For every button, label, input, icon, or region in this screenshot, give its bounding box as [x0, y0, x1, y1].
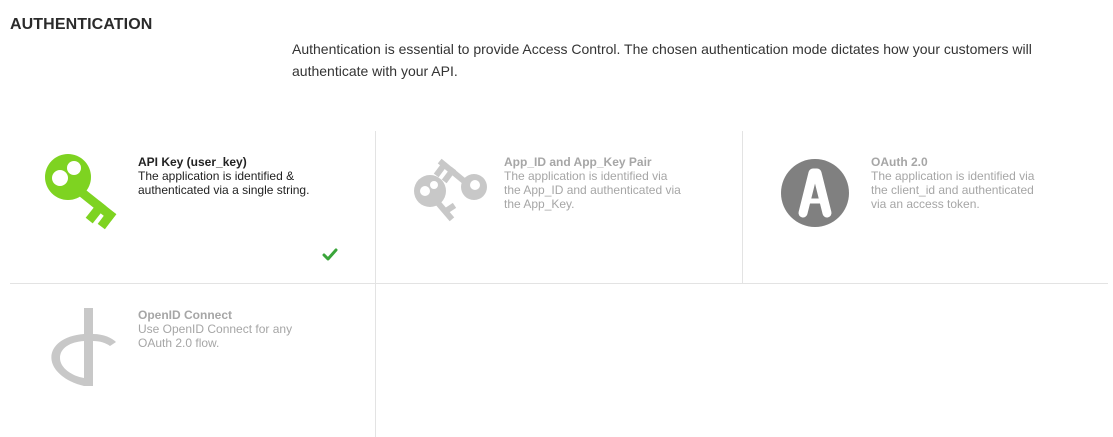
auth-option-api-key[interactable]: API Key (user_key) The application is id…: [10, 131, 376, 283]
option-description: Use OpenID Connect for any OAuth 2.0 flo…: [138, 322, 293, 350]
option-name: OAuth 2.0: [871, 155, 928, 169]
key-pair-icon: [404, 151, 492, 235]
option-description: The application is identified via the cl…: [871, 169, 1035, 211]
option-name: App_ID and App_Key Pair: [504, 155, 652, 169]
auth-option-oauth[interactable]: OAuth 2.0 The application is identified …: [743, 131, 1109, 283]
section-description: Authentication is essential to provide A…: [292, 41, 1032, 79]
section-title: AUTHENTICATION: [10, 16, 153, 33]
option-description: The application is identified & authenti…: [138, 169, 310, 197]
option-name: API Key (user_key): [138, 155, 247, 169]
auth-option-openid[interactable]: OpenID Connect Use OpenID Connect for an…: [10, 284, 376, 436]
checkmark-icon: [322, 247, 338, 263]
key-icon: [38, 151, 126, 235]
auth-options-grid: API Key (user_key) The application is id…: [10, 131, 1108, 437]
option-name: OpenID Connect: [138, 308, 233, 322]
oauth-icon: [771, 151, 859, 235]
option-description: The application is identified via the Ap…: [504, 169, 681, 211]
openid-icon: [38, 304, 126, 388]
auth-option-app-id-key[interactable]: App_ID and App_Key Pair The application …: [376, 131, 742, 283]
